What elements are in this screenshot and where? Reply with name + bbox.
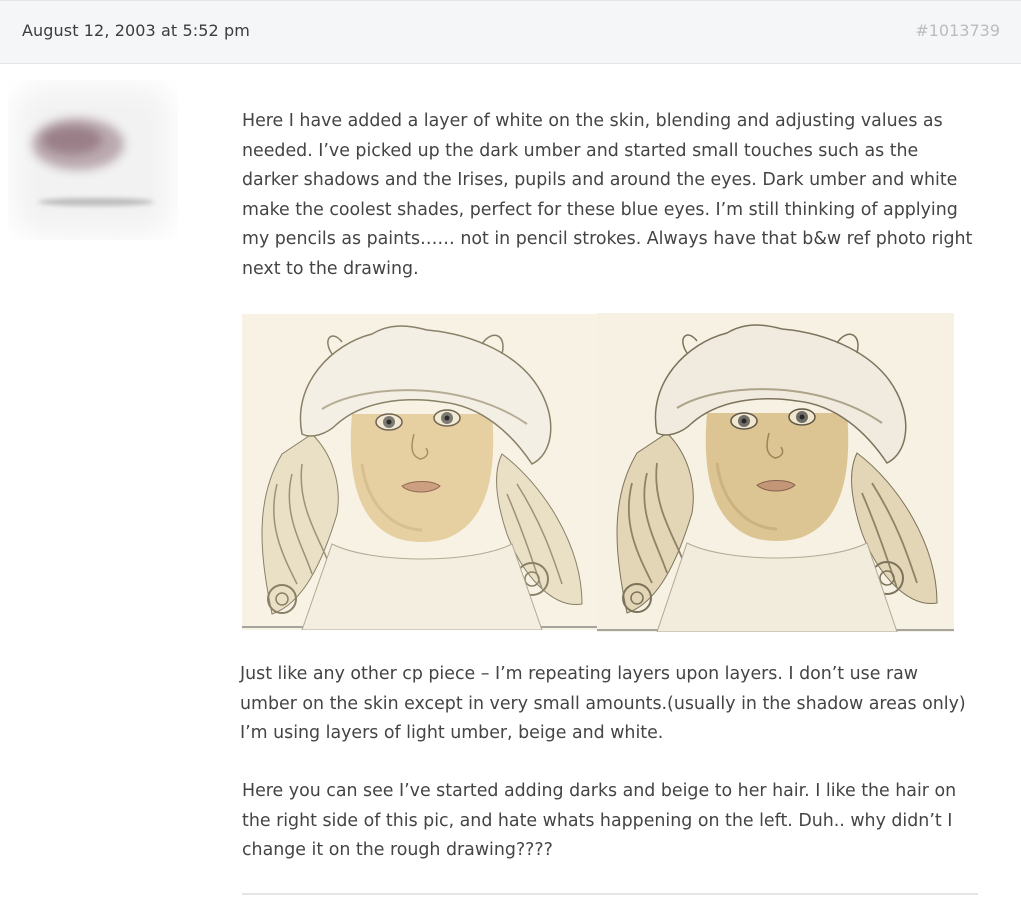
post-divider (242, 893, 978, 895)
post-date: August 12, 2003 at 5:52 pm (22, 21, 250, 40)
post-paragraph: Just like any other cp piece – I’m repea… (240, 664, 966, 744)
post-header: August 12, 2003 at 5:52 pm #1013739 (0, 0, 1021, 64)
avatar[interactable] (8, 80, 178, 240)
post-paragraph: Here you can see I’ve started adding dar… (242, 781, 957, 861)
progress-photo-right[interactable] (597, 313, 954, 633)
progress-photo-left[interactable] (242, 314, 598, 631)
post-permalink[interactable]: #1013739 (915, 21, 1000, 40)
post-paragraph: Here I have added a layer of white on th… (242, 111, 973, 279)
